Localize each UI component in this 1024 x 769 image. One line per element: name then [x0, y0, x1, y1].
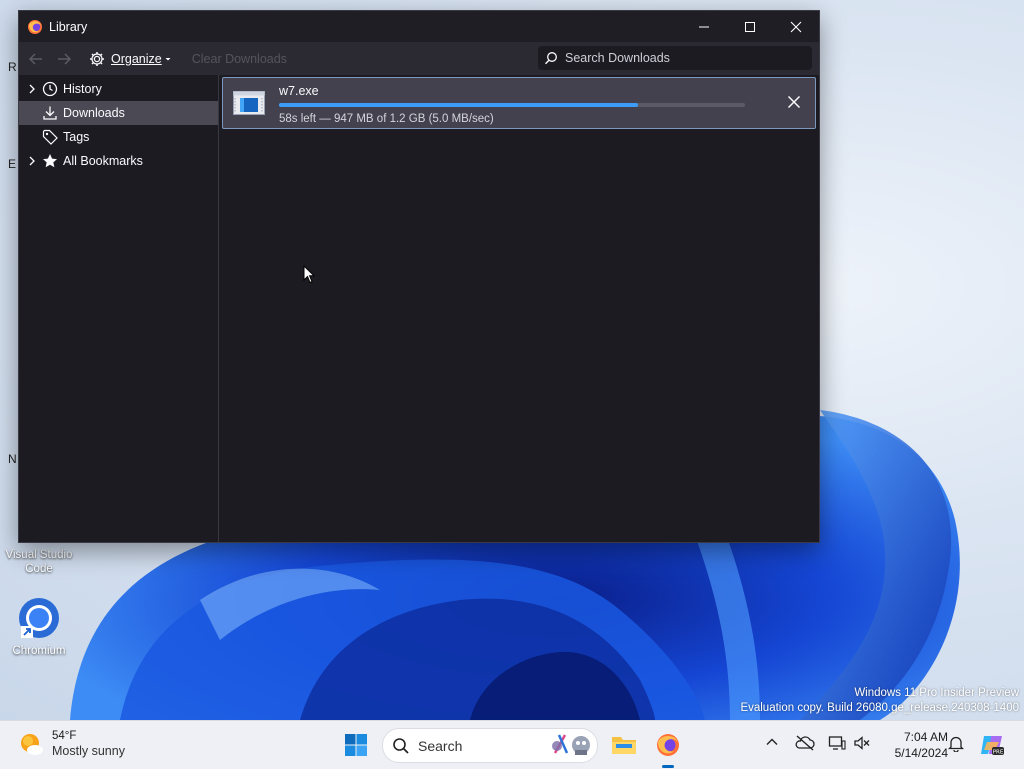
- sidebar-item-all-bookmarks[interactable]: All Bookmarks: [19, 149, 218, 173]
- chevron-up-icon: [766, 738, 778, 745]
- sidebar-item-history[interactable]: History: [19, 77, 218, 101]
- desktop-icon-label: Chromium: [12, 645, 66, 657]
- maximize-icon: [745, 21, 755, 32]
- clock-date: 5/14/2024: [894, 746, 948, 760]
- desktop-edge-char: N: [8, 452, 17, 466]
- desktop-edge-char: E: [8, 157, 17, 171]
- sun-cloud-icon: [21, 734, 43, 755]
- file-explorer-taskbar-button[interactable]: [606, 727, 642, 763]
- display-network-icon: [828, 736, 846, 750]
- clock-time: 7:04 AM: [903, 730, 948, 744]
- search-input[interactable]: [563, 50, 797, 66]
- expand-arrow-icon[interactable]: [27, 84, 37, 94]
- cancel-download-button[interactable]: [779, 87, 809, 117]
- taskbar-search-label: Search: [418, 737, 463, 754]
- minimize-icon: [699, 26, 709, 27]
- show-hidden-icons-button[interactable]: [765, 735, 779, 752]
- clock-icon: [41, 80, 59, 98]
- sidebar-item-label: Tags: [63, 130, 90, 144]
- sidebar-tree: History Downloads Tags All Bookmarks: [19, 75, 219, 542]
- windows-logo-icon: [345, 734, 367, 756]
- weather-description: Mostly sunny: [52, 744, 125, 758]
- bell-icon: [947, 736, 965, 753]
- desktop-icon-chromium[interactable]: Chromium: [1, 596, 77, 658]
- onedrive-tray-button[interactable]: [795, 735, 815, 754]
- organize-label: Organize: [111, 51, 162, 66]
- watermark-line-2: Evaluation copy. Build 26080.ge_release.…: [740, 702, 1019, 714]
- close-window-button[interactable]: [773, 11, 819, 42]
- taskbar-search-box[interactable]: Search: [382, 728, 598, 763]
- firefox-icon: [657, 734, 679, 756]
- sidebar-item-downloads[interactable]: Downloads: [19, 101, 218, 125]
- download-item[interactable]: w7.exe 58s left — 947 MB of 1.2 GB (5.0 …: [222, 77, 816, 129]
- search-box[interactable]: [538, 46, 812, 70]
- download-filename: w7.exe: [279, 84, 319, 98]
- download-progress-bar: [279, 103, 745, 107]
- search-icon: [545, 52, 557, 65]
- library-body: History Downloads Tags All Bookmarks w7.…: [19, 75, 819, 542]
- weather-temperature: 54°F: [52, 730, 77, 742]
- library-window: Library Organize Clear Downloads Search …: [18, 10, 820, 543]
- taskbar: 54°F Mostly sunny Search 7:04 AM 5/14/20…: [0, 720, 1024, 769]
- gear-icon: [90, 51, 104, 66]
- mouse-cursor-icon: [303, 265, 315, 284]
- arrow-right-icon: [58, 52, 72, 65]
- sidebar-item-tags[interactable]: Tags: [19, 125, 218, 149]
- forward-button[interactable]: [51, 46, 77, 72]
- expand-arrow-icon[interactable]: [27, 156, 37, 166]
- minimize-button[interactable]: [681, 11, 727, 42]
- arrow-left-icon: [28, 52, 42, 65]
- chromium-icon: [17, 596, 61, 640]
- downloads-list: w7.exe 58s left — 947 MB of 1.2 GB (5.0 …: [219, 75, 819, 542]
- desktop-icon-label: Visual Studio Code: [5, 549, 73, 575]
- system-clock[interactable]: 7:04 AM 5/14/2024: [868, 729, 948, 761]
- sidebar-item-label: Downloads: [63, 106, 125, 120]
- firefox-icon: [28, 19, 42, 34]
- cloud-offline-icon: [795, 735, 815, 751]
- copilot-icon: PRE: [981, 736, 1004, 755]
- folder-icon: [612, 737, 636, 754]
- notifications-button[interactable]: [947, 735, 965, 755]
- firefox-taskbar-button[interactable]: [650, 727, 686, 763]
- svg-text:PRE: PRE: [993, 749, 1004, 755]
- toolbar: Organize Clear Downloads: [19, 42, 819, 75]
- sidebar-item-label: History: [63, 82, 102, 96]
- organize-menu-button[interactable]: Organize: [89, 51, 178, 67]
- maximize-button[interactable]: [727, 11, 773, 42]
- download-progress-fill: [279, 103, 638, 107]
- download-icon: [41, 104, 59, 122]
- star-icon: [41, 152, 59, 170]
- weather-widget[interactable]: 54°F Mostly sunny: [18, 729, 125, 759]
- search-icon: [393, 737, 409, 754]
- window-title: Library: [49, 19, 88, 34]
- clear-downloads-button[interactable]: Clear Downloads: [192, 52, 287, 66]
- executable-file-icon: [233, 91, 265, 115]
- tag-icon: [41, 128, 59, 146]
- desktop-edge-char: R: [8, 60, 17, 74]
- download-status: 58s left — 947 MB of 1.2 GB (5.0 MB/sec): [279, 113, 494, 125]
- search-highlight-icon: [552, 734, 590, 755]
- close-icon: [787, 95, 801, 109]
- close-icon: [790, 21, 802, 32]
- chevron-down-icon: [165, 57, 171, 60]
- title-bar[interactable]: Library: [19, 11, 819, 42]
- watermark-line-1: Windows 11 Pro Insider Preview: [854, 687, 1019, 699]
- sidebar-item-label: All Bookmarks: [63, 154, 143, 168]
- start-button[interactable]: [338, 727, 374, 763]
- back-button[interactable]: [23, 46, 49, 72]
- copilot-button[interactable]: PRE: [974, 727, 1010, 763]
- network-tray-button[interactable]: [828, 735, 846, 754]
